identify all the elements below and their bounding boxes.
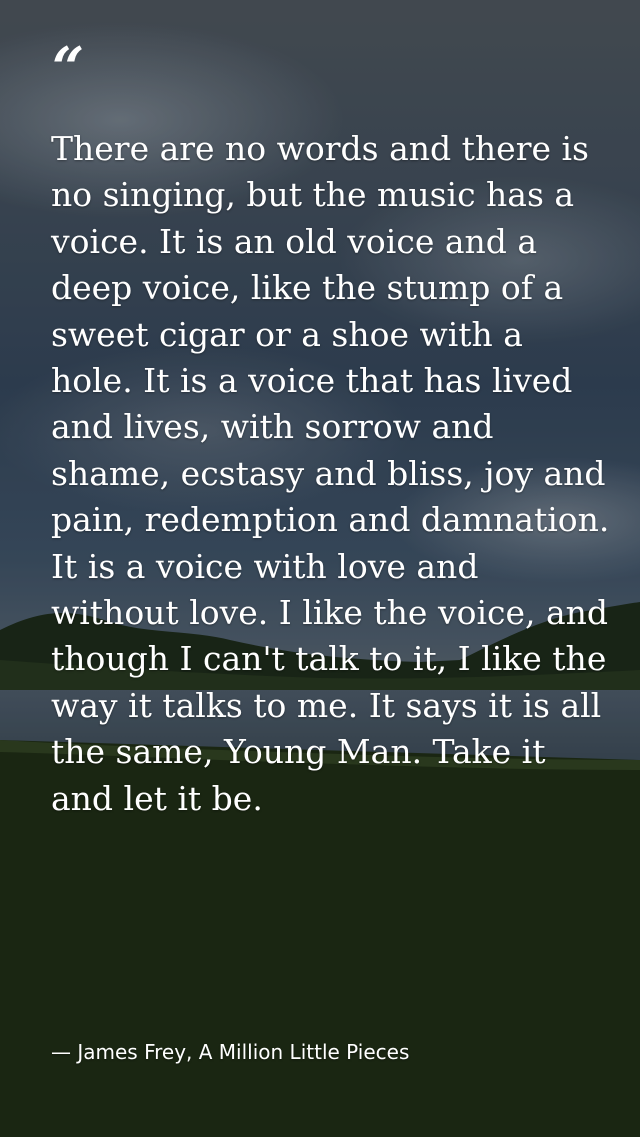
quote-attribution: — James Frey, A Million Little Pieces [51,1040,410,1064]
quote-text: There are no words and there is no singi… [51,129,610,818]
quote-mark-icon: “ [52,35,85,101]
